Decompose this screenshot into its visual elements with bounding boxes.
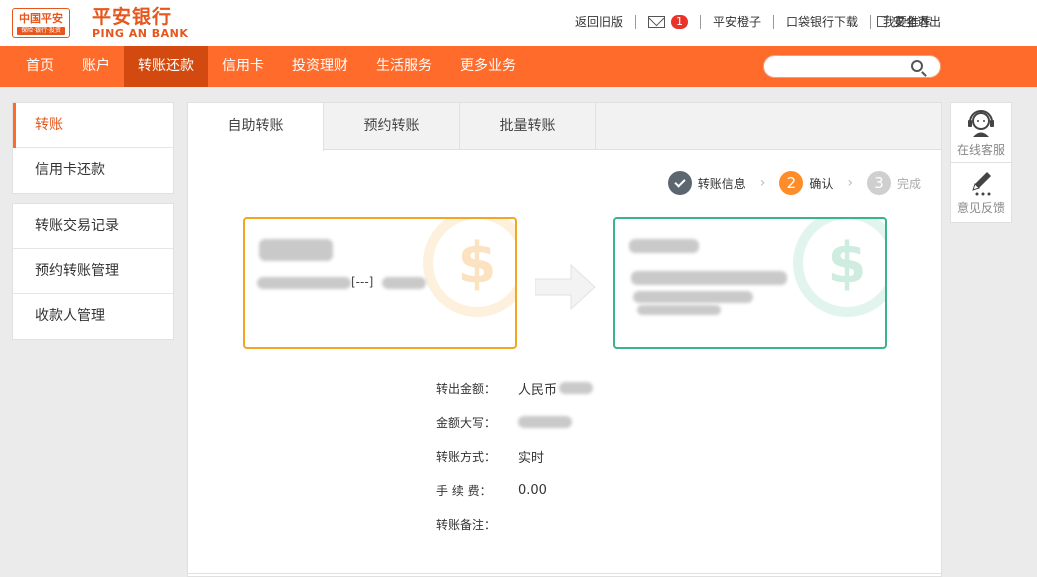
masked-payee-account bbox=[631, 271, 787, 285]
transfer-mode-value: 实时 bbox=[518, 450, 545, 466]
transfer-arrow-icon bbox=[535, 263, 596, 311]
feedback-label: 意见反馈 bbox=[956, 201, 1005, 215]
step-label: 转账信息 bbox=[697, 176, 746, 191]
masked-payer-name bbox=[259, 239, 333, 261]
detail-fee: 手 续 费： 0.00 bbox=[436, 473, 593, 507]
step-number: 3 bbox=[866, 171, 891, 195]
masked-payer-balance bbox=[382, 277, 426, 289]
nav-items: 首页 账户 转账还款 信用卡 投资理财 生活服务 更多业务 bbox=[12, 46, 530, 87]
masked-amount bbox=[559, 382, 594, 394]
search-icon[interactable] bbox=[911, 60, 923, 72]
header: 中国平安 保险·银行·投资 平安银行 PING AN BANK 返回旧版 1 平… bbox=[0, 0, 1037, 46]
sidebar-item-credit-repay[interactable]: 信用卡还款 bbox=[13, 148, 173, 193]
step-confirm: 2 确认 bbox=[779, 171, 833, 195]
progress-steps: 转账信息 › 2 确认 › 3 完成 bbox=[667, 171, 921, 195]
payer-account-card: $ [---] bbox=[243, 217, 517, 349]
sidebar-item-scheduled-manage[interactable]: 预约转账管理 bbox=[13, 249, 173, 294]
dollar-coin-icon: $ bbox=[423, 219, 515, 317]
floating-tools: 在线客服 意见反馈 bbox=[950, 102, 1012, 223]
step-complete: 3 完成 bbox=[866, 171, 921, 195]
logo-group[interactable]: 中国平安 保险·银行·投资 平安银行 PING AN BANK bbox=[12, 6, 188, 40]
sidebar-item-transfer-records[interactable]: 转账交易记录 bbox=[13, 204, 173, 249]
back-old-version-link[interactable]: 返回旧版 bbox=[563, 15, 636, 29]
group-logo-subtext: 保险·银行·投资 bbox=[17, 26, 65, 35]
online-service-label: 在线客服 bbox=[956, 142, 1005, 157]
step-label: 完成 bbox=[896, 176, 921, 191]
nav-item-home[interactable]: 首页 bbox=[12, 46, 68, 87]
sidebar-item-payee-manage[interactable]: 收款人管理 bbox=[13, 294, 173, 339]
step-number: 2 bbox=[779, 171, 804, 195]
search-box bbox=[763, 55, 941, 78]
masked-payee-bank bbox=[633, 291, 753, 303]
pencil-feedback-icon bbox=[972, 172, 991, 196]
bank-name-cn: 平安银行 bbox=[92, 6, 173, 28]
detail-transfer-mode: 转账方式： 实时 bbox=[436, 439, 593, 473]
masked-amount-upper bbox=[518, 416, 572, 428]
logout-icon bbox=[877, 12, 889, 27]
divider bbox=[188, 573, 941, 574]
pocket-bank-download-link[interactable]: 口袋银行下载 bbox=[774, 15, 871, 29]
sidebar-group-manage: 转账交易记录 预约转账管理 收款人管理 bbox=[12, 203, 174, 340]
bank-brand: 平安银行 PING AN BANK bbox=[92, 6, 188, 40]
online-service-button[interactable]: 在线客服 bbox=[951, 103, 1011, 163]
bank-name-en: PING AN BANK bbox=[92, 27, 189, 40]
mail-link[interactable]: 1 bbox=[636, 15, 701, 29]
step-transfer-info: 转账信息 bbox=[667, 171, 746, 195]
main-nav: 首页 账户 转账还款 信用卡 投资理财 生活服务 更多业务 bbox=[0, 46, 1037, 87]
detail-amount: 转出金额： 人民币 bbox=[436, 371, 594, 405]
transfer-tabs: 自助转账 预约转账 批量转账 bbox=[188, 103, 941, 151]
chevron-right-icon: › bbox=[759, 175, 766, 191]
fee-value: 0.00 bbox=[518, 482, 547, 498]
nav-item-transfer-repay[interactable]: 转账还款 bbox=[124, 46, 208, 87]
main-panel: 自助转账 预约转账 批量转账 转账信息 › 2 确认 › 3 完成 $ [---… bbox=[187, 102, 942, 577]
chevron-right-icon: › bbox=[847, 175, 853, 191]
nav-item-investment[interactable]: 投资理财 bbox=[278, 46, 362, 87]
pingan-orange-link[interactable]: 平安橙子 bbox=[701, 15, 774, 29]
dollar-coin-icon: $ bbox=[793, 219, 885, 317]
logout-link[interactable]: 安全退出 bbox=[877, 12, 942, 30]
detail-label: 转出金额： bbox=[436, 381, 497, 396]
payer-account-suffix: [---] bbox=[351, 275, 374, 289]
pingan-group-logo: 中国平安 保险·银行·投资 bbox=[12, 8, 70, 38]
search-input[interactable] bbox=[774, 56, 914, 77]
group-logo-text: 中国平安 bbox=[19, 11, 63, 25]
nav-item-life-service[interactable]: 生活服务 bbox=[362, 46, 446, 87]
step-label: 确认 bbox=[809, 176, 834, 191]
masked-payer-account bbox=[257, 277, 351, 289]
nav-item-more-business[interactable]: 更多业务 bbox=[446, 46, 530, 87]
detail-label: 转账备注： bbox=[436, 517, 497, 532]
mail-icon bbox=[647, 16, 665, 28]
check-icon bbox=[667, 171, 692, 195]
detail-amount-upper: 金额大写： bbox=[436, 405, 593, 439]
nav-item-account[interactable]: 账户 bbox=[68, 46, 124, 87]
nav-item-credit-card[interactable]: 信用卡 bbox=[208, 46, 278, 87]
transfer-details: 转出金额： 人民币 金额大写： 转账方式： 实时 手 续 费： 0.00 转账备… bbox=[436, 371, 594, 541]
detail-note: 转账备注： bbox=[436, 507, 593, 541]
masked-payee-name bbox=[629, 239, 699, 253]
detail-label: 手 续 费： bbox=[436, 483, 492, 498]
tab-scheduled-transfer[interactable]: 预约转账 bbox=[324, 103, 460, 150]
masked-payee-branch bbox=[637, 305, 721, 315]
tab-self-transfer[interactable]: 自助转账 bbox=[188, 103, 324, 151]
amount-value: 人民币 bbox=[518, 382, 558, 398]
logout-label: 安全退出 bbox=[893, 15, 942, 29]
detail-label: 转账方式： bbox=[436, 449, 497, 464]
payee-account-card: $ bbox=[613, 217, 887, 349]
headset-service-icon bbox=[968, 109, 994, 137]
mail-count-badge: 1 bbox=[670, 15, 688, 29]
tab-batch-transfer[interactable]: 批量转账 bbox=[460, 103, 596, 150]
detail-label: 金额大写： bbox=[436, 415, 497, 430]
sidebar-group-transfer: 转账 信用卡还款 bbox=[12, 102, 174, 194]
sidebar-item-transfer[interactable]: 转账 bbox=[13, 103, 173, 148]
feedback-button[interactable]: 意见反馈 bbox=[951, 163, 1011, 223]
